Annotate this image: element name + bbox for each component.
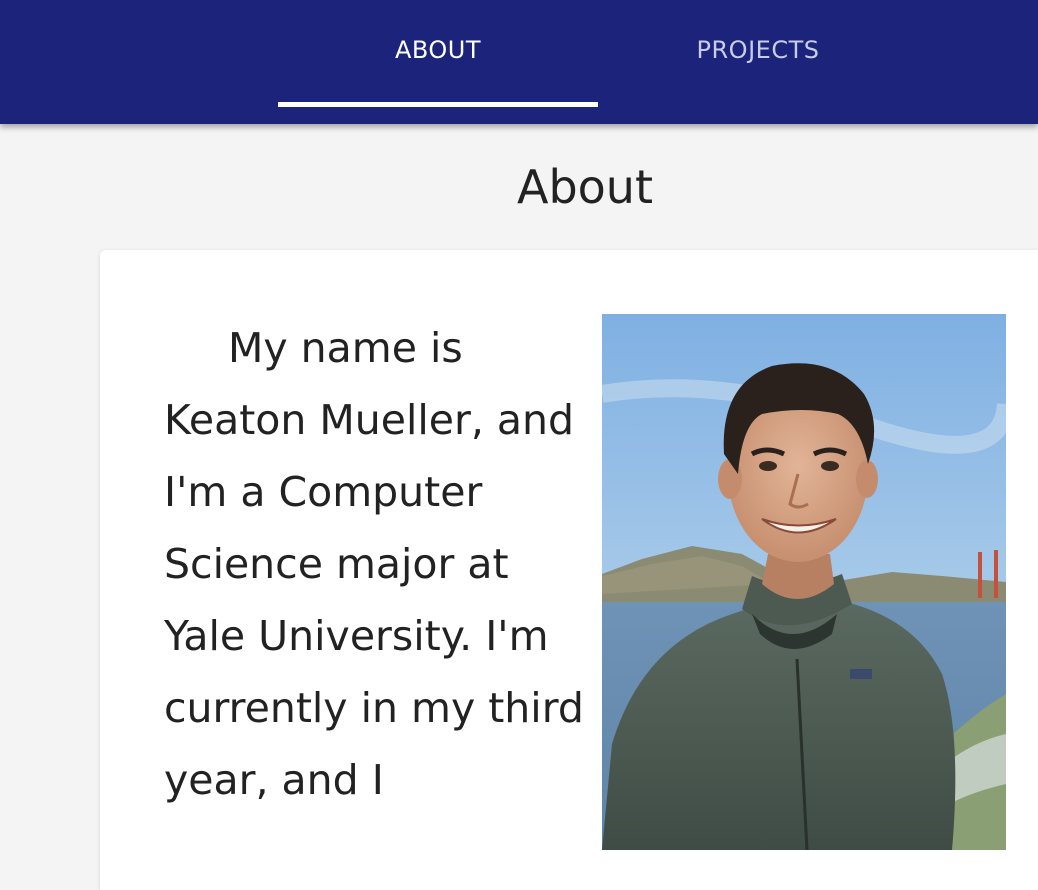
about-card: My name is Keaton Mueller, and I'm a Com… xyxy=(100,250,1038,890)
active-tab-indicator xyxy=(278,102,598,107)
profile-photo xyxy=(602,314,1006,850)
tab-projects-label: PROJECTS xyxy=(696,36,820,64)
tab-about[interactable]: ABOUT xyxy=(278,0,598,108)
tab-projects[interactable]: PROJECTS xyxy=(598,0,918,108)
bio-text: My name is Keaton Mueller, and I'm a Com… xyxy=(164,324,584,804)
top-navigation-bar: ABOUT PROJECTS xyxy=(0,0,1038,124)
page-title: About xyxy=(516,160,653,214)
tab-about-label: ABOUT xyxy=(394,36,482,64)
